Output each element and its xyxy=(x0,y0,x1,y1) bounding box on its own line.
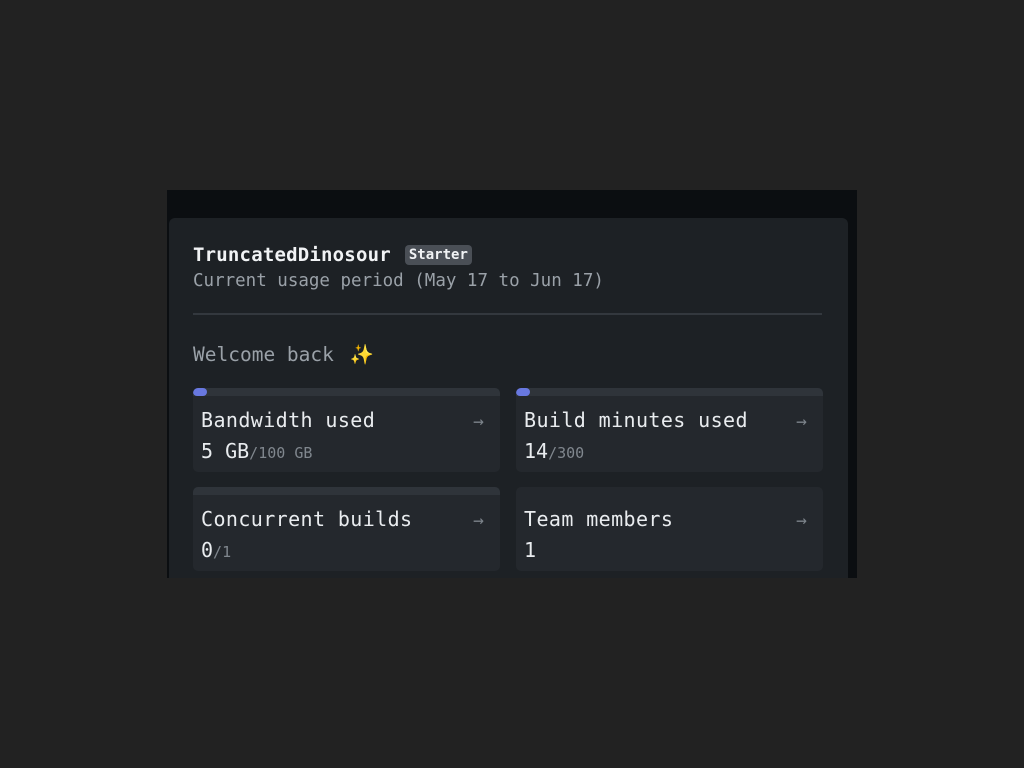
concurrent-builds-progress-track xyxy=(193,487,500,495)
sparkles-icon: ✨ xyxy=(349,343,374,366)
app-frame: TruncatedDinosour Starter Current usage … xyxy=(167,190,857,578)
tile-value: 14 xyxy=(524,439,549,463)
usage-period: Current usage period (May 17 to Jun 17) xyxy=(193,271,604,291)
tile-label: Build minutes used xyxy=(524,408,748,432)
tile-label: Bandwidth used xyxy=(201,408,376,432)
tile-label: Concurrent builds xyxy=(201,507,413,531)
tile-value-row: 5 GB/100 GB xyxy=(201,439,312,463)
tile-limit: /1 xyxy=(213,543,232,561)
bandwidth-progress-track xyxy=(193,388,500,396)
usage-card: TruncatedDinosour Starter Current usage … xyxy=(169,218,848,578)
plan-badge: Starter xyxy=(404,245,472,265)
arrow-right-icon[interactable]: → xyxy=(796,411,807,432)
welcome-text: Welcome back xyxy=(193,343,334,366)
tile-label: Team members xyxy=(524,507,674,531)
tile-value-row: 14/300 xyxy=(524,439,584,463)
bandwidth-tile[interactable]: Bandwidth used → 5 GB/100 GB xyxy=(193,388,500,472)
title-row: TruncatedDinosour Starter xyxy=(193,244,824,266)
welcome-message: Welcome back ✨ xyxy=(193,343,374,366)
team-members-tile[interactable]: Team members → 1 xyxy=(516,487,823,571)
tile-value: 1 xyxy=(524,538,537,562)
tile-limit: /300 xyxy=(548,444,585,462)
tile-value-row: 1 xyxy=(524,538,536,562)
bandwidth-progress-fill xyxy=(193,388,207,396)
card-header: TruncatedDinosour Starter Current usage … xyxy=(193,244,824,291)
divider xyxy=(193,313,822,315)
concurrent-builds-tile[interactable]: Concurrent builds → 0/1 xyxy=(193,487,500,571)
site-name[interactable]: TruncatedDinosour xyxy=(193,244,391,266)
arrow-right-icon[interactable]: → xyxy=(473,411,484,432)
tile-value: 5 GB xyxy=(201,439,250,463)
arrow-right-icon[interactable]: → xyxy=(796,510,807,531)
tile-limit: /100 GB xyxy=(249,444,313,462)
arrow-right-icon[interactable]: → xyxy=(473,510,484,531)
build-minutes-progress-fill xyxy=(516,388,530,396)
build-minutes-tile[interactable]: Build minutes used → 14/300 xyxy=(516,388,823,472)
tile-value: 0 xyxy=(201,538,214,562)
tile-value-row: 0/1 xyxy=(201,538,231,562)
build-minutes-progress-track xyxy=(516,388,823,396)
